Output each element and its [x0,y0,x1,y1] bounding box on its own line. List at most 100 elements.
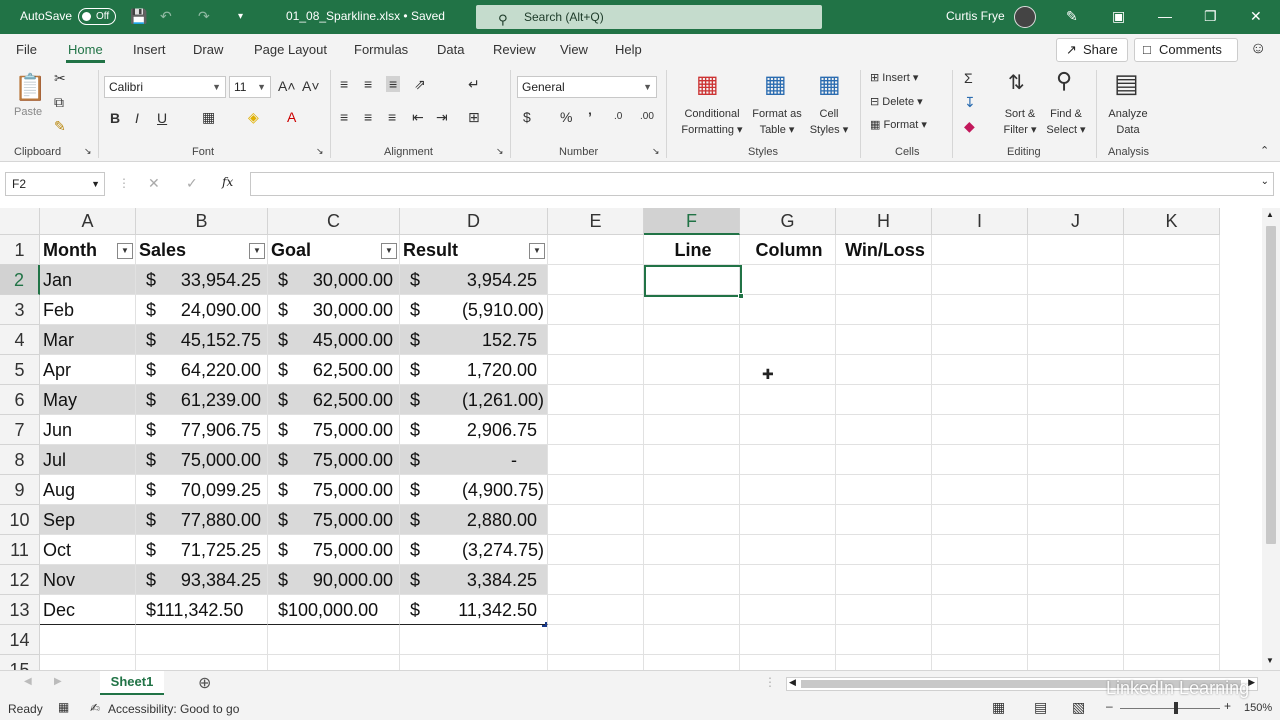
empty-cell[interactable] [836,355,932,385]
fill-color-icon[interactable]: ◈ [248,109,259,126]
analyze-data-button[interactable]: Analyze Data [1102,106,1154,138]
table-row[interactable]: $152.75 [400,325,548,355]
empty-cell[interactable] [740,565,836,595]
table-row[interactable]: $45,152.75 [136,325,268,355]
table-row[interactable]: Jul [40,445,136,475]
filter-dropdown-icon[interactable]: ▼ [529,243,545,259]
empty-cell[interactable] [932,535,1028,565]
delete-cells-button[interactable]: ⊟ Delete ▾ [870,95,923,108]
empty-cell[interactable] [1124,625,1220,655]
empty-cell[interactable] [548,355,644,385]
empty-cell[interactable] [1124,325,1220,355]
empty-cell[interactable] [400,655,548,670]
enter-icon[interactable]: ✓ [186,175,198,192]
column-header-0[interactable]: A [40,208,136,235]
table-row[interactable]: $75,000.00 [268,415,400,445]
zoom-level[interactable]: 150% [1244,702,1272,714]
empty-cell[interactable] [548,505,644,535]
row-header-15[interactable]: 15 [0,655,40,670]
empty-cell[interactable] [1124,355,1220,385]
normal-view-icon[interactable]: ▦ [992,699,1005,716]
empty-cell[interactable] [740,655,836,670]
cut-icon[interactable]: ✂ [54,70,66,87]
empty-cell[interactable] [836,655,932,670]
empty-cell[interactable] [740,265,836,295]
close-icon[interactable]: ✕ [1250,8,1262,25]
merge-center-icon[interactable]: ⊞ [468,109,480,126]
page-layout-view-icon[interactable]: ▤ [1034,699,1047,716]
table-row[interactable]: $77,906.75 [136,415,268,445]
percent-icon[interactable]: % [560,109,572,125]
empty-cell[interactable] [40,655,136,670]
empty-cell[interactable] [548,385,644,415]
empty-cell[interactable] [740,535,836,565]
empty-cell[interactable] [740,475,836,505]
dialog-launcher-icon[interactable]: ↘ [652,146,660,157]
tab-page-layout[interactable]: Page Layout [254,42,327,57]
table-row[interactable]: Jan [40,265,136,295]
empty-cell[interactable] [1124,595,1220,625]
empty-cell[interactable] [1124,415,1220,445]
empty-cell[interactable] [1124,265,1220,295]
comma-style-icon[interactable]: ’ [588,109,592,125]
table-row[interactable]: Oct [40,535,136,565]
table-row[interactable]: $3,384.25 [400,565,548,595]
empty-cell[interactable] [548,625,644,655]
empty-cell[interactable] [932,265,1028,295]
tab-home[interactable]: Home [66,42,105,63]
row-header-10[interactable]: 10 [0,505,40,535]
empty-cell[interactable] [740,595,836,625]
empty-cell[interactable] [548,445,644,475]
insert-function-icon[interactable]: fx [222,175,233,189]
table-row[interactable]: Nov [40,565,136,595]
table-row[interactable]: $ (4,900.75) [400,475,548,505]
formula-input[interactable]: ⌄ [250,172,1274,196]
empty-cell[interactable] [136,625,268,655]
filter-dropdown-icon[interactable]: ▼ [249,243,265,259]
cancel-icon[interactable]: ✕ [148,175,160,192]
empty-cell[interactable] [836,475,932,505]
empty-cell[interactable] [1028,265,1124,295]
file-name[interactable]: 01_08_Sparkline.xlsx • Saved [286,9,445,23]
fill-handle[interactable] [738,293,744,299]
empty-cell[interactable] [740,415,836,445]
empty-cell[interactable] [644,445,740,475]
empty-cell[interactable] [1124,655,1220,670]
table-header-cell[interactable]: Sales ▼ [136,235,268,265]
analyze-data-icon[interactable]: ▤ [1114,68,1139,99]
decrease-font-icon[interactable]: A˅ [302,78,320,94]
currency-icon[interactable]: $ [523,109,531,125]
table-row[interactable]: $62,500.00 [268,355,400,385]
align-middle-icon[interactable]: ≡ [364,76,372,92]
spreadsheet-grid[interactable]: ABCDEFGHIJK 1 2 3 4 5 6 7 8 9 10 11 12 13 14 15 Month ▼… [0,208,1262,670]
empty-cell[interactable] [40,625,136,655]
table-row[interactable]: $75,000.00 [268,505,400,535]
empty-cell[interactable] [268,655,400,670]
find-select-button[interactable]: Find & Select ▾ [1042,106,1090,138]
empty-cell[interactable] [836,325,932,355]
increase-decimal-icon[interactable]: .0 [614,111,622,122]
empty-cell[interactable] [1124,445,1220,475]
empty-cell[interactable] [268,625,400,655]
filter-dropdown-icon[interactable]: ▼ [117,243,133,259]
name-box[interactable]: F2 ▼ [5,172,105,196]
row-header-6[interactable]: 6 [0,385,40,415]
empty-cell[interactable] [644,595,740,625]
table-resize-handle[interactable] [542,622,547,627]
macro-record-icon[interactable]: ▦ [58,700,69,714]
table-row[interactable]: $30,000.00 [268,265,400,295]
font-color-icon[interactable]: A [287,109,296,125]
empty-cell[interactable] [932,235,1028,265]
empty-cell[interactable] [400,625,548,655]
table-row[interactable]: Mar [40,325,136,355]
table-row[interactable]: Sep [40,505,136,535]
table-row[interactable]: $75,000.00 [268,535,400,565]
align-left-icon[interactable]: ≡ [340,109,348,125]
align-top-icon[interactable]: ≡ [340,76,348,92]
row-header-9[interactable]: 9 [0,475,40,505]
empty-cell[interactable] [836,595,932,625]
autosave-toggle[interactable]: Off [78,8,116,25]
empty-cell[interactable] [1028,655,1124,670]
row-header-5[interactable]: 5 [0,355,40,385]
table-row[interactable]: Apr [40,355,136,385]
